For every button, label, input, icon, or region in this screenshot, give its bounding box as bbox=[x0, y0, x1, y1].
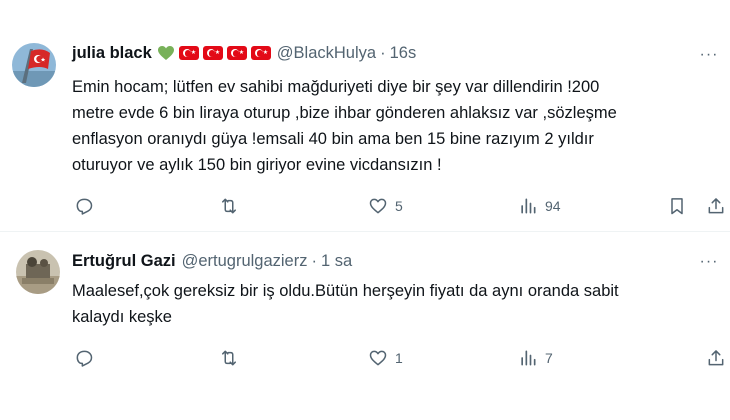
views-button[interactable]: 7 bbox=[518, 345, 553, 371]
views-button[interactable]: 94 bbox=[518, 193, 561, 219]
like-count: 1 bbox=[395, 350, 403, 366]
heart-icon bbox=[369, 350, 387, 366]
turkey-flag-icon: ★ bbox=[250, 46, 271, 60]
tweet-text: Maalesef,çok gereksiz bir iş oldu.Bütün … bbox=[72, 282, 619, 326]
retweet-icon bbox=[222, 198, 236, 214]
avatar[interactable] bbox=[12, 43, 56, 87]
view-count: 7 bbox=[545, 350, 553, 366]
turkey-flag-icon: ★ bbox=[178, 46, 199, 60]
share-icon bbox=[708, 198, 724, 214]
tweet-actions: 5 94 bbox=[72, 193, 730, 219]
like-button[interactable]: 5 bbox=[368, 193, 403, 219]
reply-icon bbox=[76, 350, 93, 367]
tweet-header: Ertuğrul Gazi @ertugrulgazierz · 1 sa bbox=[72, 250, 352, 272]
tweet-text: Emin hocam; lütfen ev sahibi mağduriyeti… bbox=[72, 78, 617, 174]
reply-icon bbox=[76, 198, 93, 215]
retweet-button[interactable] bbox=[219, 193, 246, 219]
tweet-header: julia black ★ ★ ★ ★ @BlackHulya · 16s bbox=[72, 42, 416, 64]
share-button[interactable] bbox=[706, 193, 726, 219]
more-icon: ··· bbox=[699, 253, 719, 270]
user-handle[interactable]: @BlackHulya bbox=[277, 44, 376, 63]
tweet[interactable]: julia black ★ ★ ★ ★ @BlackHulya · 16s ··… bbox=[0, 0, 730, 232]
bookmark-icon bbox=[671, 198, 683, 215]
timestamp[interactable]: 1 sa bbox=[321, 252, 352, 271]
analytics-icon bbox=[521, 198, 536, 214]
tweet[interactable]: Ertuğrul Gazi @ertugrulgazierz · 1 sa ··… bbox=[0, 233, 730, 420]
like-button[interactable]: 1 bbox=[368, 345, 403, 371]
view-count: 94 bbox=[545, 198, 561, 214]
like-count: 5 bbox=[395, 198, 403, 214]
timestamp[interactable]: 16s bbox=[390, 44, 417, 63]
display-name[interactable]: Ertuğrul Gazi bbox=[72, 252, 176, 271]
heart-icon bbox=[369, 198, 387, 214]
share-button[interactable] bbox=[706, 345, 726, 371]
tweet-actions: 1 7 bbox=[72, 345, 730, 371]
reply-button[interactable] bbox=[74, 345, 101, 371]
more-icon: ··· bbox=[699, 46, 719, 63]
turkey-flag-icon: ★ bbox=[202, 46, 223, 60]
analytics-icon bbox=[521, 350, 536, 366]
display-name[interactable]: julia black bbox=[72, 44, 152, 63]
avatar[interactable] bbox=[16, 250, 60, 294]
more-options-button[interactable]: ··· bbox=[696, 251, 722, 273]
retweet-icon bbox=[222, 350, 236, 366]
reply-button[interactable] bbox=[74, 193, 101, 219]
retweet-button[interactable] bbox=[219, 345, 246, 371]
separator-dot: · bbox=[311, 251, 317, 270]
bookmark-button[interactable] bbox=[667, 193, 687, 219]
turkey-flag-icon: ★ bbox=[226, 46, 247, 60]
separator-dot: · bbox=[380, 43, 386, 62]
more-options-button[interactable]: ··· bbox=[696, 44, 722, 66]
share-icon bbox=[708, 350, 724, 366]
user-handle[interactable]: @ertugrulgazierz bbox=[182, 252, 308, 271]
green-heart-icon bbox=[157, 45, 175, 61]
